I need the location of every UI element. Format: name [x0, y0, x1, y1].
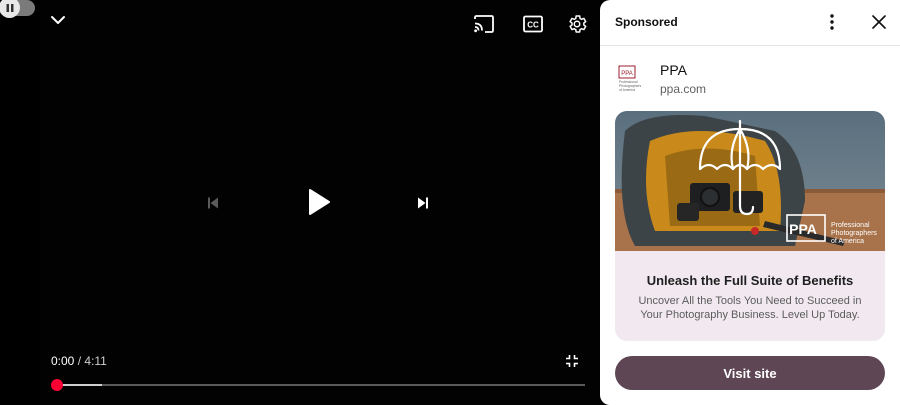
svg-text:CC: CC	[527, 21, 539, 30]
advertiser-logo: PPA Professional Photographers of Americ…	[615, 60, 649, 94]
svg-text:of America: of America	[619, 88, 635, 92]
gear-icon	[569, 15, 587, 33]
svg-text:PPA: PPA	[789, 221, 817, 237]
svg-text:Photographers: Photographers	[831, 230, 877, 237]
progress-bar[interactable]	[57, 384, 585, 386]
cast-icon	[474, 15, 494, 33]
ad-card[interactable]: PPA Professional Photographers of Americ…	[615, 111, 885, 341]
close-button[interactable]	[869, 12, 889, 32]
buffered-progress	[57, 384, 102, 386]
next-button[interactable]	[410, 190, 436, 216]
exit-fullscreen-button[interactable]	[561, 350, 583, 372]
time-display: 0:00 / 4:11	[51, 354, 107, 368]
cast-button[interactable]	[471, 12, 497, 36]
svg-text:Professional: Professional	[831, 222, 870, 229]
ppa-logo-icon: PPA Professional Photographers of Americ…	[618, 65, 642, 92]
play-button[interactable]	[299, 182, 339, 222]
time-separator: /	[77, 354, 82, 368]
advertiser-info[interactable]: PPA Professional Photographers of Americ…	[615, 58, 885, 98]
more-options-button[interactable]	[822, 11, 842, 33]
skip-previous-icon	[208, 197, 218, 209]
duration: 4:11	[84, 354, 107, 368]
advertiser-domain: ppa.com	[660, 82, 707, 96]
play-icon	[309, 189, 330, 215]
skip-next-icon	[418, 197, 428, 209]
collapse-button[interactable]	[44, 6, 72, 34]
visit-site-button[interactable]: Visit site	[615, 356, 885, 390]
exit-fullscreen-icon	[566, 355, 578, 367]
cc-icon: CC	[523, 15, 543, 33]
advertiser-name: PPA	[660, 62, 687, 78]
ad-image: PPA Professional Photographers of Americ…	[615, 111, 885, 251]
more-vert-icon	[830, 14, 834, 30]
sponsored-panel: Sponsored PPA Professional Photographers…	[600, 0, 900, 405]
ad-headline: Unleash the Full Suite of Benefits	[646, 273, 854, 288]
panel-title: Sponsored	[615, 15, 678, 29]
camera-bag-image: PPA Professional Photographers of Americ…	[615, 111, 885, 251]
autoplay-knob	[0, 0, 20, 18]
settings-button[interactable]	[564, 11, 590, 37]
close-icon	[872, 15, 886, 29]
current-time: 0:00	[51, 354, 75, 368]
progress-scrubber[interactable]	[51, 379, 63, 391]
panel-header: Sponsored	[600, 0, 900, 46]
chevron-down-icon	[51, 16, 65, 24]
ad-description: Uncover All the Tools You Need to Succee…	[638, 295, 862, 321]
svg-text:of America: of America	[831, 238, 864, 245]
previous-button[interactable]	[200, 190, 226, 216]
pause-icon	[6, 3, 13, 12]
svg-text:PPA: PPA	[621, 71, 633, 77]
autoplay-toggle[interactable]	[0, 0, 35, 18]
captions-button[interactable]: CC	[520, 12, 546, 36]
video-player[interactable]: CC 0:00 / 4:11	[0, 0, 600, 405]
